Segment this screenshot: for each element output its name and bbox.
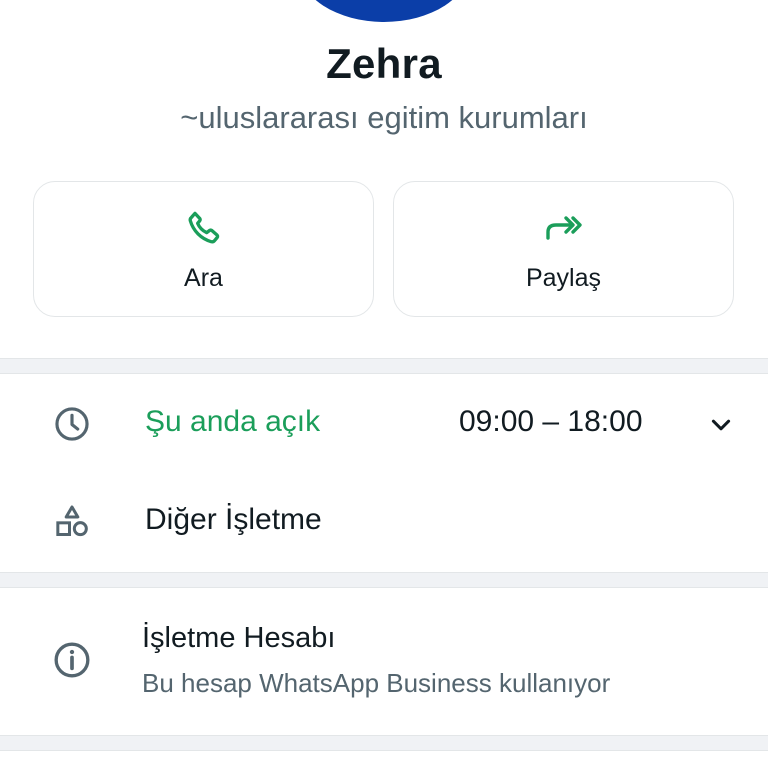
forward-icon — [394, 206, 733, 250]
phone-icon — [34, 206, 373, 250]
clock-icon — [52, 404, 92, 444]
business-profile-screen: Zehra ~uluslararası egitim kurumları Ara… — [0, 0, 768, 768]
business-hours-range: 09:00 – 18:00 — [459, 405, 643, 438]
info-icon — [52, 640, 92, 680]
business-category: Diğer İşletme — [145, 503, 322, 536]
business-account-description: Bu hesap WhatsApp Business kullanıyor — [142, 668, 611, 698]
chevron-down-icon[interactable] — [706, 410, 736, 440]
share-button[interactable]: Paylaş — [393, 181, 734, 317]
section-divider — [0, 358, 768, 374]
business-hours-status: Şu anda açık — [145, 405, 321, 438]
share-button-label: Paylaş — [525, 264, 602, 292]
shapes-icon — [52, 502, 92, 542]
call-button[interactable]: Ara — [33, 181, 374, 317]
profile-avatar[interactable] — [298, 0, 470, 22]
profile-name: Zehra — [326, 40, 442, 87]
section-divider — [0, 572, 768, 588]
business-account-title: İşletme Hesabı — [142, 622, 336, 654]
profile-about: ~uluslararası egitim kurumları — [180, 100, 588, 135]
section-divider — [0, 735, 768, 751]
call-button-label: Ara — [184, 264, 223, 292]
